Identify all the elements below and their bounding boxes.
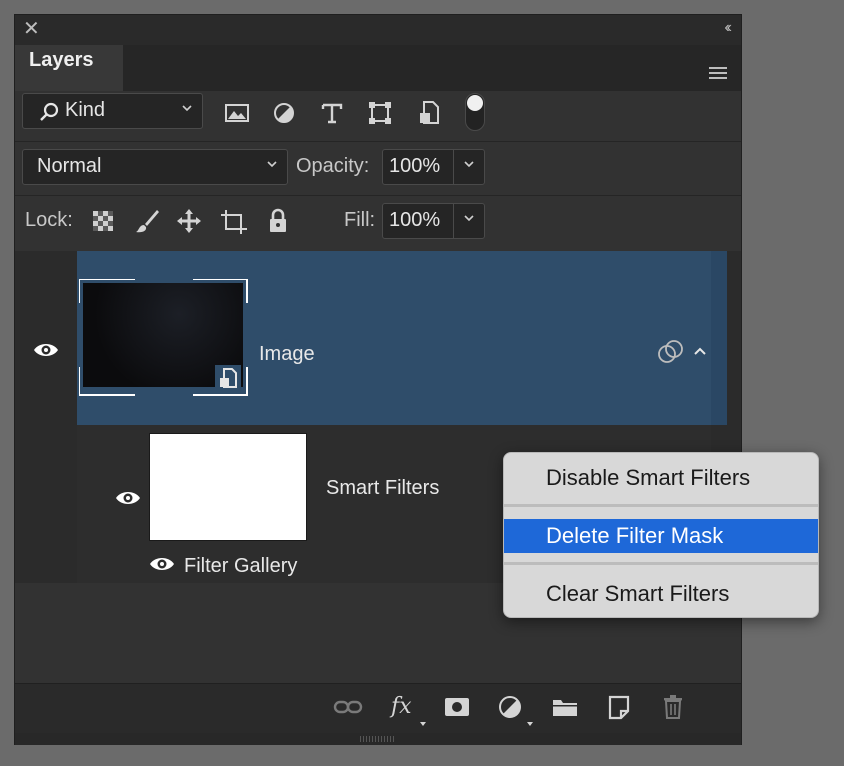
kind-dropdown[interactable]: Kind: [22, 93, 203, 129]
menu-item-delete-filter-mask[interactable]: Delete Filter Mask: [504, 519, 818, 553]
context-menu: Disable Smart Filters Delete Filter Mask…: [503, 452, 819, 618]
fx-icon[interactable]: fx: [391, 694, 412, 719]
lock-row: Lock: Fill: 100%: [15, 201, 741, 249]
close-icon[interactable]: ✕: [23, 17, 40, 41]
shape-filter-icon[interactable]: [366, 99, 394, 127]
opacity-value: 100%: [389, 155, 441, 177]
link-icon[interactable]: [333, 696, 363, 718]
menu-separator: [504, 504, 818, 507]
smart-filters-label: Smart Filters: [326, 477, 440, 499]
tab-layers[interactable]: Layers: [15, 45, 123, 91]
eye-icon[interactable]: [115, 489, 141, 507]
lock-label: Lock:: [25, 209, 73, 231]
image-filter-icon[interactable]: [223, 99, 251, 127]
fill-value: 100%: [389, 209, 441, 231]
eye-icon[interactable]: [149, 555, 175, 573]
eye-icon[interactable]: [33, 341, 59, 359]
chevron-down-icon[interactable]: [464, 213, 474, 223]
layer-name-image[interactable]: Image: [259, 343, 315, 366]
menu-item-disable-smart-filters[interactable]: Disable Smart Filters: [504, 461, 818, 495]
smart-object-filter-icon[interactable]: [415, 99, 443, 127]
add-mask-icon[interactable]: [443, 696, 471, 718]
filter-gallery-label[interactable]: Filter Gallery: [184, 555, 297, 578]
filter-row: Kind: [15, 91, 741, 147]
tab-row: Layers: [15, 45, 741, 91]
lock-artboard-icon[interactable]: [220, 207, 248, 235]
blend-mode-dropdown[interactable]: Normal: [22, 149, 288, 185]
chevron-down-icon: [267, 161, 277, 168]
resize-grip[interactable]: [15, 733, 741, 745]
trash-icon[interactable]: [661, 694, 685, 720]
filter-mask-thumbnail[interactable]: [149, 433, 307, 541]
chevron-down-icon: [182, 105, 192, 112]
collapse-icon[interactable]: ‹‹: [724, 19, 731, 37]
adjustment-filter-icon[interactable]: [270, 99, 298, 127]
panel-bottom-bar: fx: [15, 683, 741, 734]
panel-titlebar: ✕ ‹‹: [15, 15, 741, 45]
menu-separator: [504, 562, 818, 565]
layer-row-image[interactable]: Image: [77, 251, 711, 425]
smart-object-badge-icon: [215, 365, 241, 391]
new-layer-icon[interactable]: [607, 694, 631, 720]
type-filter-icon[interactable]: [318, 99, 346, 127]
blend-mode-label: Normal: [37, 155, 102, 177]
lock-position-move-icon[interactable]: [175, 207, 203, 235]
lock-all-icon[interactable]: [264, 207, 292, 235]
folder-icon[interactable]: [551, 696, 579, 718]
filter-toggle[interactable]: [465, 93, 485, 131]
layers-panel: ✕ ‹‹ Layers Kind Normal Opacity: 100% Lo…: [14, 14, 742, 745]
collapse-filters-chevron-icon[interactable]: [693, 345, 707, 357]
adjustment-layer-icon[interactable]: [497, 694, 523, 720]
fx-menu-arrow: [420, 722, 426, 726]
fill-label: Fill:: [344, 209, 376, 231]
chevron-down-icon[interactable]: [464, 159, 474, 169]
kind-label: Kind: [65, 99, 106, 121]
blend-row: Normal Opacity: 100%: [15, 147, 741, 195]
lock-pixels-brush-icon[interactable]: [133, 207, 161, 235]
fill-field[interactable]: 100%: [382, 203, 485, 239]
adjustment-menu-arrow: [527, 722, 533, 726]
opacity-field[interactable]: 100%: [382, 149, 485, 185]
panel-menu-icon[interactable]: [709, 67, 727, 82]
visibility-column: [15, 251, 77, 583]
search-icon: [40, 102, 59, 121]
lock-transparency-icon[interactable]: [89, 207, 117, 235]
smart-filter-icon: [658, 340, 683, 363]
opacity-label: Opacity:: [296, 155, 370, 177]
menu-item-clear-smart-filters[interactable]: Clear Smart Filters: [504, 577, 818, 611]
